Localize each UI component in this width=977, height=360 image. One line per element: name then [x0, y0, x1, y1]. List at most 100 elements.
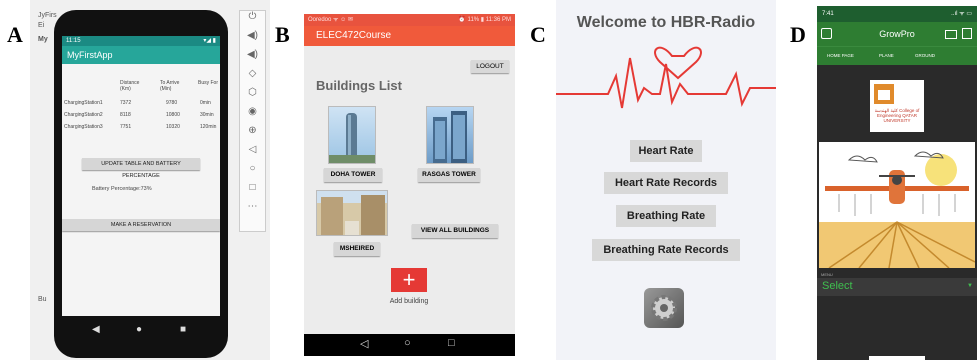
camera-icon[interactable]: ◉ [240, 106, 265, 125]
msheired-button[interactable]: MSHEIRED [334, 242, 380, 256]
device-icon[interactable] [945, 30, 957, 39]
table-row: ChargingStation2 8118 10800 30min [62, 112, 220, 124]
select-value: Select [822, 280, 853, 292]
station-busy: 30min [200, 112, 214, 118]
panel-b-buildings-app: Ooredoo ᯤ ☺ ✉ ⏰ 11% ▮ 11:36 PM ELEC472Co… [304, 14, 515, 356]
home-icon[interactable]: ○ [240, 163, 265, 182]
battery-percentage-text: Battery Percentage:73% [92, 186, 152, 192]
page-title: Welcome to HBR-Radio [576, 14, 756, 31]
column-header: Busy For [198, 80, 219, 86]
status-right: ⏰ 11% ▮ 11:36 PM [458, 17, 511, 23]
status-icons: ..ıl ᯤ ▭ [951, 11, 972, 17]
doha-tower-image[interactable] [328, 106, 376, 164]
home-icon[interactable]: ● [136, 324, 142, 335]
rasgas-tower-image[interactable] [426, 106, 474, 164]
view-all-buildings-button[interactable]: VIEW ALL BUILDINGS [412, 224, 498, 238]
station-arrive: 9780 [166, 100, 178, 106]
volume-down-icon[interactable]: ◀) [240, 49, 265, 68]
back-icon[interactable]: ◀ [92, 324, 100, 335]
zoom-icon[interactable]: ⊕ [240, 125, 265, 144]
overview-icon[interactable]: □ [240, 182, 265, 201]
status-icons: ▾◢ ▮ [203, 38, 216, 44]
emulator-toolbar: ⏻ ◀) ◀) ◇ ⬡ ◉ ⊕ ◁ ○ □ ⋯ [239, 10, 266, 232]
recent-apps-icon[interactable]: □ [448, 337, 455, 349]
back-icon[interactable]: ◁ [360, 337, 368, 350]
power-icon[interactable]: ⏻ [240, 11, 265, 30]
station-name: ChargingStation1 [64, 100, 103, 106]
status-time: 11:15 [66, 38, 81, 44]
heart-rate-records-button[interactable]: Heart Rate Records [604, 172, 728, 194]
update-table-button[interactable]: UPDATE TABLE AND BATTERY PERCENTAGE [82, 158, 200, 179]
crop-duster-illustration [819, 142, 976, 269]
college-logo: كلية الهندسة College of Engineering QATA… [870, 80, 924, 132]
college-logo-text: كلية الهندسة College of Engineering QATA… [874, 108, 920, 123]
back-icon[interactable]: ◁ [240, 144, 265, 163]
station-name: ChargingStation3 [64, 124, 103, 130]
recent-apps-icon[interactable]: ■ [180, 324, 186, 335]
msheired-image[interactable] [316, 190, 388, 236]
status-time: 7:41 [822, 11, 834, 17]
app-bar-title: MyFirstApp [62, 46, 220, 64]
station-distance: 7751 [120, 124, 132, 130]
home-icon[interactable]: ○ [404, 337, 411, 349]
tab-bar: HOME PAGE PLANE GROUND [817, 46, 977, 65]
panel-d-growpro-app: 7:41 ..ıl ᯤ ▭ GrowPro HOME PAGE PLANE GR… [817, 6, 977, 360]
station-distance: 8118 [120, 112, 131, 118]
panel-a-android-emulator: JyFirs Ei My Bu 11:15 ▾◢ ▮ MyFirstApp Di… [30, 0, 270, 360]
column-header: Distance (Km) [120, 80, 140, 92]
station-arrive: 10800 [166, 112, 180, 118]
heart-rate-button[interactable]: Heart Rate [630, 140, 702, 162]
tower-icon [433, 111, 467, 163]
logout-button[interactable]: LOGOUT [471, 60, 509, 73]
volume-up-icon[interactable]: ◀) [240, 30, 265, 49]
doha-tower-button[interactable]: DOHA TOWER [324, 168, 382, 182]
status-bar: 7:41 ..ıl ᯤ ▭ [817, 6, 977, 22]
rotate-right-icon[interactable]: ⬡ [240, 87, 265, 106]
menu-select-dropdown[interactable]: Select ▼ [817, 278, 977, 296]
college-emblem-icon [874, 84, 894, 104]
dropdown-arrow-icon: ▼ [967, 283, 973, 289]
status-bar: Ooredoo ᯤ ☺ ✉ ⏰ 11% ▮ 11:36 PM [304, 14, 515, 26]
add-building-button[interactable]: + [391, 268, 427, 292]
station-distance: 7372 [120, 100, 132, 106]
table-row: ChargingStation1 7372 9780 0min [62, 100, 220, 112]
tower-icon [329, 113, 375, 163]
station-busy: 120min [200, 124, 217, 130]
breathing-rate-records-button[interactable]: Breathing Rate Records [592, 239, 740, 261]
building-icon [317, 191, 387, 235]
add-building-label: Add building [389, 298, 429, 305]
rasgas-tower-button[interactable]: RASGAS TOWER [418, 168, 480, 182]
app-bar-title: ELEC472Course [304, 26, 515, 46]
ide-text: JyFirs [38, 12, 57, 19]
tab-ground[interactable]: GROUND [915, 53, 935, 58]
ide-build-text: Bu [38, 296, 47, 303]
bottom-button[interactable] [869, 356, 925, 360]
status-carrier: Ooredoo ᯤ ☺ ✉ [308, 17, 353, 23]
station-name: ChargingStation2 [64, 112, 103, 118]
gear-icon [651, 295, 677, 321]
ide-project-text: My [38, 36, 48, 43]
window-icon[interactable] [962, 28, 972, 39]
status-bar: 11:15 ▾◢ ▮ [62, 36, 220, 46]
breathing-rate-button[interactable]: Breathing Rate [616, 205, 716, 227]
nav-bar: ◀ ● ■ [62, 320, 220, 342]
station-arrive: 10320 [166, 124, 180, 130]
ide-menu-text: Ei [38, 22, 45, 29]
settings-gear-button[interactable] [644, 288, 684, 328]
table-row: ChargingStation3 7751 10320 120min [62, 124, 220, 136]
nav-bar: ◁ ○ □ [304, 334, 515, 356]
panel-c-hbr-radio-app: Welcome to HBR-Radio Heart Rate Heart Ra… [556, 0, 776, 360]
heartbeat-logo-icon [556, 46, 776, 109]
phone-screen: 11:15 ▾◢ ▮ MyFirstApp Distance (Km) To A… [62, 36, 220, 316]
rotate-left-icon[interactable]: ◇ [240, 68, 265, 87]
app-bar: GrowPro [817, 22, 977, 46]
tab-plane[interactable]: PLANE [879, 53, 894, 58]
tab-home-page[interactable]: HOME PAGE [827, 53, 854, 58]
crop-duster-plane-icon [819, 151, 976, 269]
make-reservation-button[interactable]: MAKE A RESERVATION [62, 219, 220, 231]
column-header: To Arrive (Min) [160, 80, 180, 92]
page-title: Buildings List [316, 78, 402, 93]
panel-label-b: B [275, 22, 290, 47]
more-icon[interactable]: ⋯ [240, 201, 265, 220]
station-busy: 0min [200, 100, 211, 106]
